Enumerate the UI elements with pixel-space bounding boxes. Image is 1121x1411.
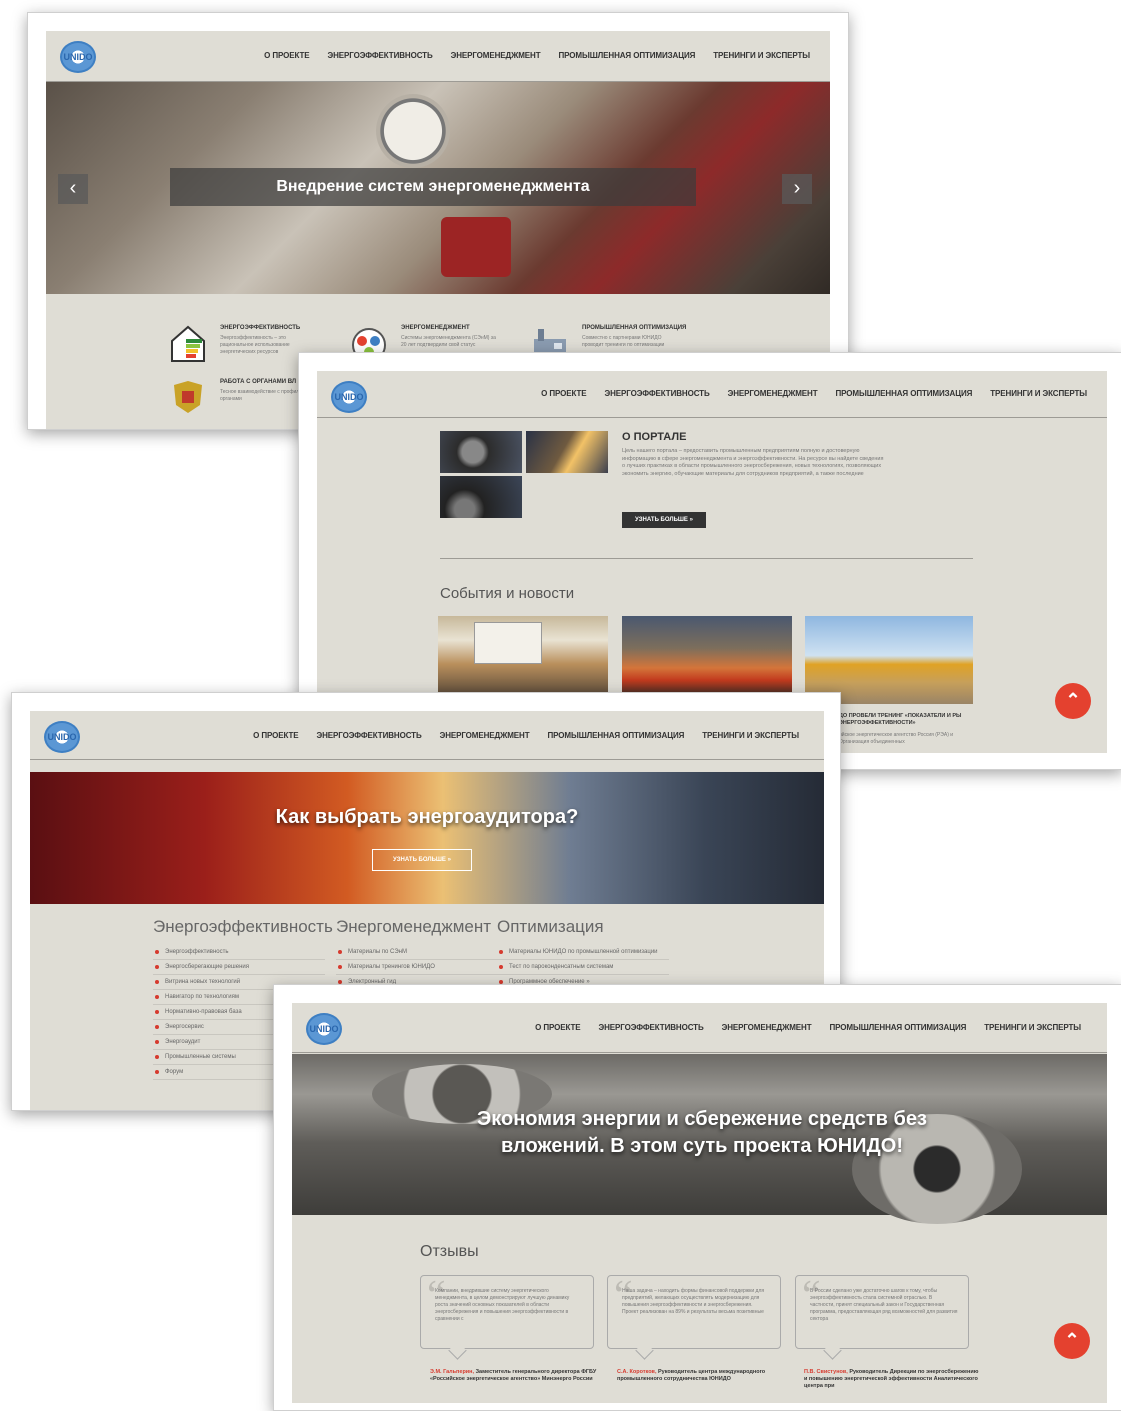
menu-item-energy-efficiency[interactable]: ЭНЕРГОЭФФЕКТИВНОСТЬ — [605, 389, 710, 398]
menu-item-trainings-experts[interactable]: ТРЕНИНГИ И ЭКСПЕРТЫ — [713, 51, 810, 60]
main-menu: О ПРОЕКТЕ ЭНЕРГОЭФФЕКТИВНОСТЬ ЭНЕРГОМЕНЕ… — [264, 51, 810, 60]
news-title: События и новости — [440, 585, 575, 602]
list-item[interactable]: Материалы по СЭнМ — [336, 945, 508, 960]
review-author: П.В. Свистунов, Руководитель Дирекции по… — [804, 1369, 979, 1389]
screenshot-reviews: UNIDO О ПРОЕКТЕ ЭНЕРГОЭФФЕКТИВНОСТЬ ЭНЕР… — [273, 984, 1121, 1411]
list-item[interactable]: Материалы тренингов ЮНИДО — [336, 960, 508, 975]
top-navigation: UNIDO О ПРОЕКТЕ ЭНЕРГОЭФФЕКТИВНОСТЬ ЭНЕР… — [317, 371, 1107, 418]
column-heading: Энергоэффективность — [153, 917, 333, 936]
unido-logo[interactable]: UNIDO — [306, 1013, 342, 1045]
menu-item-trainings-experts[interactable]: ТРЕНИНГИ И ЭКСПЕРТЫ — [984, 1023, 1081, 1032]
menu-item-about[interactable]: О ПРОЕКТЕ — [253, 731, 298, 740]
unido-logo[interactable]: UNIDO — [44, 721, 80, 753]
top-navigation: UNIDO О ПРОЕКТЕ ЭНЕРГОЭФФЕКТИВНОСТЬ ЭНЕР… — [30, 711, 824, 760]
section-divider — [440, 558, 973, 559]
menu-item-energy-management[interactable]: ЭНЕРГОМЕНЕДЖМЕНТ — [722, 1023, 812, 1032]
hero-title: Как выбрать энергоаудитора? — [275, 806, 579, 828]
slide-title: Внедрение систем энергоменеджмента — [170, 168, 696, 206]
news-text: ийское энергетическое агентство Россия (… — [839, 732, 954, 745]
reviews-title: Отзывы — [420, 1243, 479, 1260]
list-item[interactable]: Энергоэффективность — [153, 945, 325, 960]
main-menu: О ПРОЕКТЕ ЭНЕРГОЭФФЕКТИВНОСТЬ ЭНЕРГОМЕНЕ… — [535, 1023, 1081, 1032]
column-heading: Энергоменеджмент — [336, 917, 492, 936]
news-image-steel-mill[interactable] — [622, 616, 792, 696]
hero-banner: Как выбрать энергоаудитора? УЗНАТЬ БОЛЬШ… — [30, 772, 824, 904]
menu-item-trainings-experts[interactable]: ТРЕНИНГИ И ЭКСПЕРТЫ — [990, 389, 1087, 398]
column-energy-management: Энергоменеджмент Материалы по СЭнМ Матер… — [336, 917, 508, 990]
column-optimization: Оптимизация Материалы ЮНИДО по промышлен… — [497, 917, 669, 990]
menu-item-industrial-optimization[interactable]: ПРОМЫШЛЕННАЯ ОПТИМИЗАЦИЯ — [559, 51, 696, 60]
main-menu: О ПРОЕКТЕ ЭНЕРГОЭФФЕКТИВНОСТЬ ЭНЕРГОМЕНЕ… — [253, 731, 799, 740]
coat-of-arms-icon — [174, 381, 202, 413]
list-item[interactable]: Материалы ЮНИДО по промышленной оптимиза… — [497, 945, 669, 960]
menu-item-energy-management[interactable]: ЭНЕРГОМЕНЕДЖМЕНТ — [440, 731, 530, 740]
news-image-excavator[interactable] — [805, 616, 973, 704]
menu-item-energy-efficiency[interactable]: ЭНЕРГОЭФФЕКТИВНОСТЬ — [599, 1023, 704, 1032]
menu-item-energy-management[interactable]: ЭНЕРГОМЕНЕДЖМЕНТ — [728, 389, 818, 398]
about-image-sparks — [526, 431, 608, 473]
menu-item-energy-efficiency[interactable]: ЭНЕРГОЭФФЕКТИВНОСТЬ — [328, 51, 433, 60]
scroll-top-button[interactable]: ⌃ — [1055, 683, 1091, 719]
hero-title: Экономия энергии и сбережение средств бе… — [477, 1108, 927, 1157]
house-efficiency-icon — [171, 325, 205, 362]
about-image-disc — [440, 476, 522, 518]
about-text: Цель нашего портала – предоставить промы… — [622, 448, 884, 477]
slider-prev-button[interactable]: ‹ — [58, 174, 88, 204]
hero-more-button[interactable]: УЗНАТЬ БОЛЬШЕ » — [372, 849, 472, 871]
top-navigation: UNIDO О ПРОЕКТЕ ЭНЕРГОЭФФЕКТИВНОСТЬ ЭНЕР… — [292, 1003, 1107, 1053]
menu-item-energy-efficiency[interactable]: ЭНЕРГОЭФФЕКТИВНОСТЬ — [317, 731, 422, 740]
menu-item-about[interactable]: О ПРОЕКТЕ — [264, 51, 309, 60]
menu-item-industrial-optimization[interactable]: ПРОМЫШЛЕННАЯ ОПТИМИЗАЦИЯ — [548, 731, 685, 740]
review-author: Э.М. Гальперин, Заместитель генерального… — [430, 1369, 597, 1382]
presentation-screen — [474, 622, 542, 664]
column-heading: Оптимизация — [497, 917, 604, 936]
slider-next-button[interactable]: › — [782, 174, 812, 204]
hero-banner: Экономия энергии и сбережение средств бе… — [292, 1054, 1107, 1224]
news-image-conference[interactable] — [438, 616, 608, 696]
menu-item-about[interactable]: О ПРОЕКТЕ — [535, 1023, 580, 1032]
menu-item-industrial-optimization[interactable]: ПРОМЫШЛЕННАЯ ОПТИМИЗАЦИЯ — [836, 389, 973, 398]
about-image-grinder — [440, 431, 522, 473]
review-author: С.А. Коротков, Руководитель центра между… — [617, 1369, 766, 1382]
news-caption[interactable]: ДО ПРОВЕЛИ ТРЕНИНГ «ПОКАЗАТЕЛИ И РЫ ЭНЕР… — [839, 713, 979, 727]
list-item[interactable]: Тест по пароконденсатным системам — [497, 960, 669, 975]
hero-slider[interactable]: ‹ › Внедрение систем энергоменеджмента — [46, 82, 830, 294]
top-navigation: UNIDO О ПРОЕКТЕ ЭНЕРГОЭФФЕКТИВНОСТЬ ЭНЕР… — [46, 31, 830, 82]
list-item[interactable]: Энергосберегающие решения — [153, 960, 325, 975]
menu-item-about[interactable]: О ПРОЕКТЕ — [541, 389, 586, 398]
menu-item-industrial-optimization[interactable]: ПРОМЫШЛЕННАЯ ОПТИМИЗАЦИЯ — [830, 1023, 967, 1032]
review-card: “ В России сделано уже достаточно шагов … — [795, 1273, 969, 1349]
main-menu: О ПРОЕКТЕ ЭНЕРГОЭФФЕКТИВНОСТЬ ЭНЕРГОМЕНЕ… — [541, 389, 1087, 398]
about-more-button[interactable]: УЗНАТЬ БОЛЬШЕ » — [622, 512, 706, 528]
review-card: “ Компании, внедрившие систему энергетич… — [420, 1273, 594, 1349]
pipe-image — [441, 217, 511, 277]
unido-logo[interactable]: UNIDO — [331, 381, 367, 413]
scroll-top-button[interactable]: ⌃ — [1054, 1323, 1090, 1359]
gauge-image — [376, 94, 450, 168]
about-title: О ПОРТАЛЕ — [622, 431, 687, 443]
unido-logo[interactable]: UNIDO — [60, 41, 96, 73]
menu-item-trainings-experts[interactable]: ТРЕНИНГИ И ЭКСПЕРТЫ — [702, 731, 799, 740]
menu-item-energy-management[interactable]: ЭНЕРГОМЕНЕДЖМЕНТ — [451, 51, 541, 60]
review-card: “ Наша задача – находить формы финансово… — [607, 1273, 781, 1349]
